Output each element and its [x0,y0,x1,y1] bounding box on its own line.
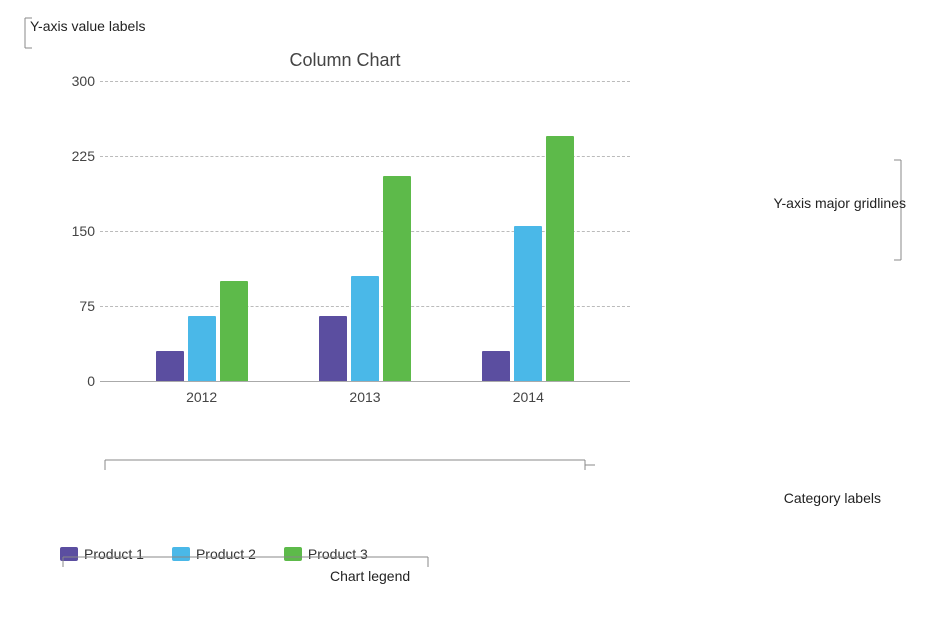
bar-2013-product1 [319,316,347,381]
category-label-2012: 2012 [120,389,283,405]
bars-container [100,81,630,381]
category-bracket-svg [95,455,595,505]
category-label-2013: 2013 [283,389,446,405]
bar-2014-product2 [514,226,542,381]
bar-2014-product3 [546,136,574,381]
y-label-0: 0 [87,373,95,389]
chart-title: Column Chart [60,50,630,71]
gridlines-annotation-label: Y-axis major gridlines [773,195,906,211]
y-label-225: 225 [72,148,95,164]
bar-2012-product2 [188,316,216,381]
bar-2013-product2 [351,276,379,381]
bar-2012-product1 [156,351,184,381]
x-axis-line [100,381,630,382]
page-container: Y-axis value labels Y-axis major gridlin… [0,0,936,622]
y-label-300: 300 [72,73,95,89]
chart-area: 0 75 150 225 300 [60,81,630,441]
category-labels: 2012 2013 2014 [100,389,630,405]
legend-annotation-label: Chart legend [330,568,410,584]
y-axis-annotation-label: Y-axis value labels [30,18,145,34]
y-label-150: 150 [72,223,95,239]
y-label-75: 75 [79,298,95,314]
bar-2014-product1 [482,351,510,381]
category-label-2014: 2014 [447,389,610,405]
bar-2012-product3 [220,281,248,381]
chart-wrapper: Column Chart 0 75 150 225 300 [60,50,630,460]
y-axis: 0 75 150 225 300 [60,81,100,391]
bar-group-2012 [120,281,283,381]
category-annotation-label: Category labels [784,490,881,506]
bar-group-2014 [447,136,610,381]
bar-2013-product3 [383,176,411,381]
bar-group-2013 [283,176,446,381]
